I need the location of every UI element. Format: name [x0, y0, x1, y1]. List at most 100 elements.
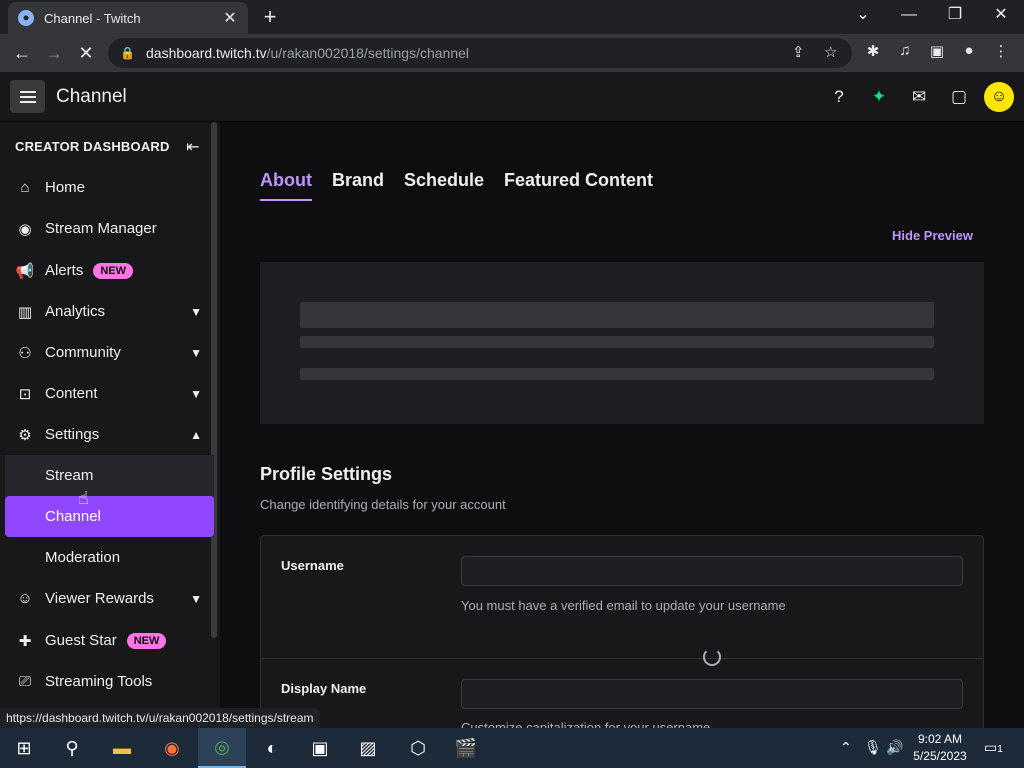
channel-preview-panel	[260, 262, 984, 424]
tab-about[interactable]: About	[260, 170, 312, 201]
tray-chevron-up-icon[interactable]: ⌃	[840, 739, 852, 756]
3d-viewer-icon[interactable]: ⬡	[394, 728, 442, 768]
notification-count: 1	[997, 744, 1003, 755]
clock-time: 9:02 AM	[917, 732, 963, 746]
profile-settings-subtitle: Change identifying details for your acco…	[260, 497, 506, 512]
url-host: dashboard.twitch.tv	[146, 45, 267, 61]
side-panel-icon[interactable]: ▣	[926, 42, 948, 60]
tab-search-icon[interactable]: ⌄	[848, 4, 878, 26]
media-icon[interactable]: ♫	[894, 42, 916, 59]
windows-taskbar: ⊞ ⚲ ▬ ◉ ◎ ◐ ▣ ▨ ⬡ 🎬 ⌃ 🎙 🔊 9:02 AM 5/25/2…	[0, 728, 1024, 768]
chevron-up-icon: ▲	[190, 427, 202, 442]
windows-start-icon[interactable]: ⊞	[0, 728, 48, 768]
back-icon[interactable]: ←	[10, 42, 34, 64]
preview-skeleton-line	[300, 336, 934, 348]
rewards-icon: ☺	[17, 590, 33, 607]
new-tab-button[interactable]: +	[258, 5, 282, 29]
whispers-icon[interactable]: ▢	[948, 86, 970, 108]
tab-featured-content[interactable]: Featured Content	[504, 170, 653, 201]
minimize-button[interactable]: —	[894, 4, 924, 26]
sidebar-item-viewer-rewards[interactable]: ☺ Viewer Rewards ▼	[5, 578, 214, 619]
avatar[interactable]: ☺	[984, 82, 1014, 112]
sidebar-item-settings[interactable]: ⚙ Settings ▲	[5, 414, 214, 455]
chevron-down-icon: ▼	[190, 345, 202, 360]
taskbar-clock[interactable]: 9:02 AM 5/25/2023	[912, 731, 968, 765]
sidebar-item-moderation[interactable]: Moderation	[5, 537, 214, 578]
tab-brand[interactable]: Brand	[332, 170, 384, 201]
analytics-icon: ▥	[17, 303, 33, 321]
extensions-icon[interactable]: ✱	[862, 42, 884, 60]
close-window-button[interactable]: ✕	[986, 4, 1016, 26]
chrome-icon[interactable]: ◎	[198, 728, 246, 768]
photos-icon[interactable]: ▨	[344, 728, 392, 768]
7zip-icon[interactable]: ▣	[296, 728, 344, 768]
twitch-topbar: Channel ? ✦ ✉ ▢ ☺	[0, 72, 1024, 122]
username-field[interactable]	[461, 556, 963, 586]
file-explorer-icon[interactable]: ▬	[98, 728, 146, 768]
sidebar-item-label: Home	[45, 179, 86, 196]
close-tab-icon[interactable]: ✕	[222, 8, 238, 28]
sidebar-item-guest-star[interactable]: ✚ Guest Star NEW	[5, 620, 214, 661]
stop-loading-icon[interactable]: ✕	[74, 42, 98, 64]
mouse-pointer-icon: ☝	[78, 488, 89, 508]
community-icon: ⚇	[18, 344, 32, 362]
obs-icon[interactable]: ◐	[248, 728, 296, 768]
url-path: /u/rakan002018/settings/channel	[266, 45, 469, 61]
restore-button[interactable]: ❐	[940, 4, 970, 26]
browser-menu-icon[interactable]: ⋮	[990, 42, 1012, 60]
sidebar-item-label: Guest Star	[45, 632, 117, 649]
sidebar-item-label: Settings	[45, 426, 100, 443]
sidebar-item-label: Content	[45, 385, 98, 402]
sidebar-item-stream-manager[interactable]: ◉ Stream Manager	[5, 208, 214, 249]
notifications-icon[interactable]: ▭1	[984, 739, 1003, 756]
sidebar-item-home[interactable]: ⌂ Home	[5, 167, 214, 208]
profile-settings-title: Profile Settings	[260, 464, 393, 484]
bookmark-star-icon[interactable]: ☆	[824, 43, 837, 61]
sidebar-item-label: Analytics	[45, 303, 106, 320]
twitch-favicon-icon: ⏺	[18, 10, 34, 26]
inbox-icon[interactable]: ✉	[908, 86, 930, 108]
channel-settings-tabs: About Brand Schedule Featured Content	[260, 170, 653, 201]
username-label: Username	[281, 558, 344, 573]
microphone-icon[interactable]: 🎙	[864, 739, 882, 756]
sidebar-item-community[interactable]: ⚇ Community ▼	[5, 332, 214, 373]
firefox-icon[interactable]: ◉	[148, 728, 196, 768]
sidebar-item-alerts[interactable]: 📢 Alerts NEW	[5, 250, 214, 291]
forward-icon[interactable]: →	[42, 42, 66, 64]
sidebar-item-analytics[interactable]: ▥ Analytics ▼	[5, 291, 214, 332]
display-name-help-text: Customize capitalization for your userna…	[461, 720, 711, 728]
hide-preview-button[interactable]: Hide Preview	[892, 228, 973, 243]
page-title: Channel	[56, 86, 127, 107]
browser-status-url: https://dashboard.twitch.tv/u/rakan00201…	[0, 708, 320, 728]
loading-spinner-icon	[703, 648, 721, 666]
divider	[261, 658, 983, 659]
browser-tab[interactable]: ⏺ Channel - Twitch ✕	[8, 2, 248, 34]
sidebar-item-label: Streaming Tools	[45, 673, 153, 690]
address-bar[interactable]: 🔒 dashboard.twitch.tv/u/rakan002018/sett…	[108, 38, 852, 68]
megaphone-icon: 📢	[15, 262, 35, 280]
tab-schedule[interactable]: Schedule	[404, 170, 484, 201]
username-help-text: You must have a verified email to update…	[461, 598, 786, 613]
lock-icon: 🔒	[120, 46, 135, 60]
share-icon[interactable]: ⇪	[792, 43, 805, 61]
profile-icon[interactable]: ●	[958, 42, 980, 59]
menu-icon[interactable]	[10, 80, 45, 113]
sidebar-item-content[interactable]: ⊡ Content ▼	[5, 373, 214, 414]
help-icon[interactable]: ?	[828, 86, 850, 108]
sidebar-item-stream[interactable]: Stream	[5, 455, 214, 496]
sidebar-item-label: Alerts	[45, 262, 84, 279]
clock-date: 5/25/2023	[913, 749, 967, 763]
sidebar-item-streaming-tools[interactable]: ⎚ Streaming Tools	[5, 661, 214, 702]
collapse-sidebar-icon[interactable]: ⇤	[186, 137, 199, 157]
volume-icon[interactable]: 🔊	[886, 739, 903, 756]
display-name-field[interactable]	[461, 679, 963, 709]
sidebar-item-label: Channel	[45, 508, 101, 525]
sidebar-header: CREATOR DASHBOARD	[15, 139, 170, 154]
sparkle-icon[interactable]: ✦	[868, 86, 890, 108]
gear-icon: ⚙	[18, 426, 32, 444]
home-icon: ⌂	[20, 179, 30, 196]
tools-icon: ⎚	[18, 673, 31, 690]
clapper-icon[interactable]: 🎬	[442, 728, 490, 768]
search-icon[interactable]: ⚲	[48, 728, 96, 768]
sidebar-item-channel[interactable]: Channel	[5, 496, 214, 537]
